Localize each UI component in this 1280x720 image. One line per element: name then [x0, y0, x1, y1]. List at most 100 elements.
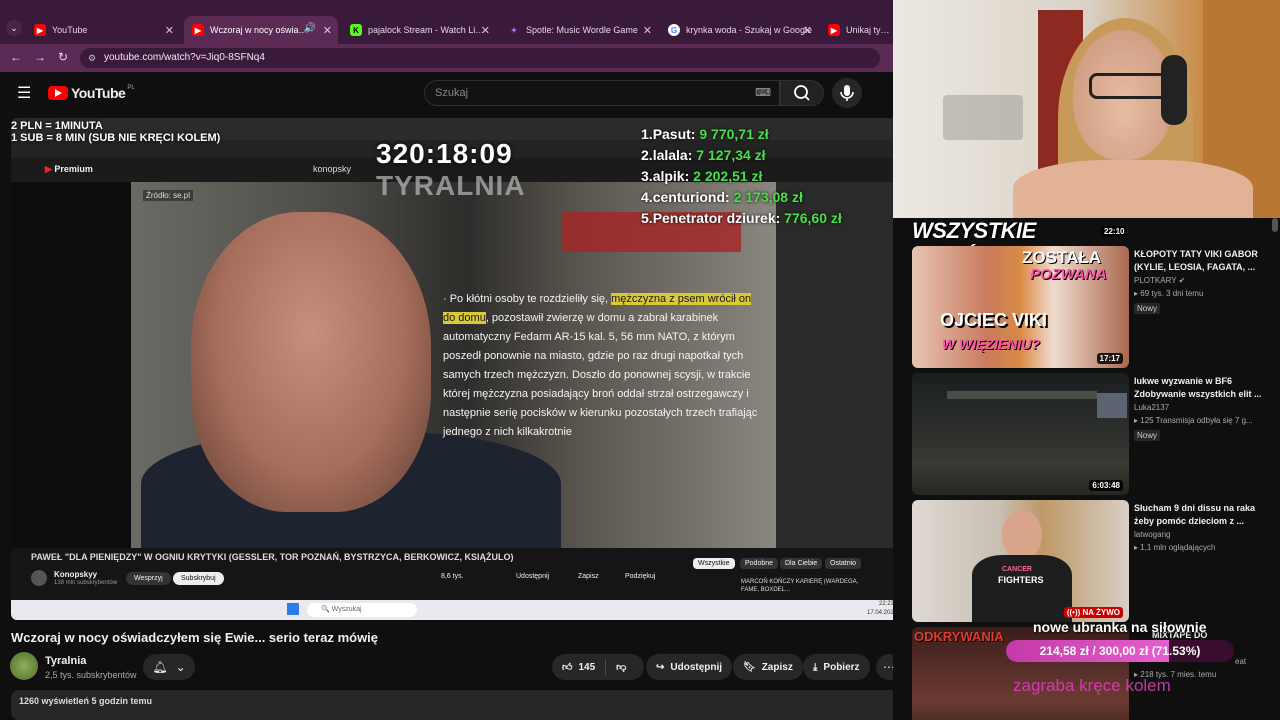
subscriber-count: 2,5 tys. subskrybentów [45, 670, 137, 680]
inner-channel-name: Konopskyy [54, 570, 98, 579]
video-thumbnail[interactable]: ZOSTAŁA POZWANA OJCIEC VIKI W WIĘZIENIU?… [912, 246, 1129, 368]
man-face [191, 212, 431, 512]
close-icon[interactable]: ✕ [323, 24, 332, 37]
download-button[interactable]: ⤓ Pobierz [803, 654, 870, 680]
thumbs-down-icon: 👎︎ [616, 662, 627, 673]
search-icon [794, 85, 810, 101]
tab-label: pajalock Stream - Watch Live o [368, 25, 488, 35]
tab-label: Spotle: Music Wordle Game [526, 25, 638, 35]
recommendation-title[interactable]: Słucham 9 dni dissu na raka żeby pomóc d… [1134, 502, 1269, 528]
save-button[interactable]: 🔖︎ Zapisz [733, 654, 803, 680]
donation-goal-text: 214,58 zł / 300,00 zł (71.53%) [1039, 644, 1201, 658]
share-button[interactable]: ↪ Udostępnij [646, 654, 733, 680]
leaderboard-rank: 5. [641, 210, 653, 226]
tab-current-video[interactable]: ▶ Wczoraj w nocy oświadczył 🔊 ✕ [184, 16, 338, 44]
back-arrow-icon[interactable]: ← [10, 50, 22, 64]
new-badge: Nowy [1134, 430, 1161, 441]
inner-share: Udostępnij [516, 573, 550, 580]
recommendation-meta: ▸ 1,1 mln oglądających [1134, 543, 1269, 552]
tab-label: Wczoraj w nocy oświadczył [210, 25, 308, 35]
tab-google-search[interactable]: G krynka woda - Szukaj w Google ✕ [660, 16, 818, 44]
inner-chip-similar: Podobne [740, 558, 779, 569]
leaderboard-amount: 776,60 zł [784, 210, 842, 226]
search-placeholder: Szukaj [435, 87, 469, 99]
video-thumbnail[interactable]: 6:03:48 [912, 373, 1129, 495]
close-icon[interactable]: ✕ [643, 24, 652, 37]
tab-list-dropdown[interactable]: ⌄ [6, 20, 22, 36]
leaderboard-name: alpik: [652, 168, 690, 184]
tab-youtube[interactable]: ▶ YouTube ✕ [26, 16, 180, 44]
video-thumbnail[interactable]: CANCER FIGHTERS ((•)) NA ŻYWO [912, 500, 1129, 622]
description-box[interactable]: 1260 wyświetleń 5 godzin temu [11, 690, 901, 720]
channel-name[interactable]: Tyralnia [45, 655, 86, 667]
subathon-timer: 320:18:09 [376, 138, 513, 169]
bookmark-icon: 🔖︎ [743, 661, 756, 673]
keyboard-icon[interactable]: ⌨ [755, 81, 771, 105]
site-info-icon[interactable]: ⚙ [88, 48, 96, 68]
url-field[interactable]: ⚙ youtube.com/watch?v=Jiq0-8SFNq4 [80, 48, 880, 68]
shirt-text: FIGHTERS [998, 575, 1044, 585]
close-icon[interactable]: ✕ [481, 24, 490, 37]
search-input[interactable]: Szukaj ⌨ [424, 80, 780, 106]
dislike-button[interactable]: 👎︎ [616, 661, 626, 673]
video-title: Wczoraj w nocy oświadczyłem się Ewie... … [11, 630, 379, 645]
youtube-icon: ▶ [34, 24, 46, 36]
voice-search-button[interactable] [832, 78, 862, 108]
recommendation-channel[interactable]: latwogang [1134, 530, 1269, 539]
recommendation-title[interactable]: lukwe wyzwanie w BF6 Zdobywanie wszystki… [1134, 375, 1269, 401]
meta-text: 1,1 mln oglądających [1140, 543, 1216, 552]
tab-kick-stream[interactable]: K pajalock Stream - Watch Live o ✕ [342, 16, 496, 44]
inner-likes: 8,6 tys. [441, 573, 464, 580]
views-and-date: 1260 wyświetleń 5 godzin temu [19, 696, 153, 706]
youtube-play-icon [48, 86, 68, 100]
browser-tab-bar: ⌄ ▶ YouTube ✕ ▶ Wczoraj w nocy oświadczy… [0, 0, 893, 44]
leaderboard-name: Penetrator dziurek: [652, 210, 781, 226]
youtube-wordmark: YouTube [71, 85, 126, 101]
address-bar-row: ← → ↻ ⚙ youtube.com/watch?v=Jiq0-8SFNq4 [0, 44, 893, 72]
tab-youtube-unikaj[interactable]: ▶ Unikaj tych 10 [820, 16, 893, 44]
sidebar-scrollbar[interactable] [1272, 218, 1278, 232]
tab-spotle[interactable]: ✦ Spotle: Music Wordle Game ✕ [500, 16, 658, 44]
like-button[interactable]: 👍︎ 145 [562, 661, 595, 674]
share-icon: ↪ [656, 661, 665, 673]
sub-rate-line: 1 SUB = 8 MIN (SUB NIE KRĘCI KOLEM) [11, 132, 221, 144]
thumb-text: ODKRYWANIA [914, 629, 1004, 644]
bell-icon: 🔔︎ [152, 660, 168, 674]
thumb-text: POZWANA [1030, 266, 1107, 283]
inner-chip-all: Wszystkie [693, 558, 735, 569]
tab-label: krynka woda - Szukaj w Google [686, 25, 813, 35]
inner-video-left-bar [11, 182, 131, 548]
recommendation-item[interactable]: ZOSTAŁA POZWANA OJCIEC VIKI W WIĘZIENIU?… [912, 246, 1272, 368]
thumb-text: OJCIEC VIKI [940, 310, 1048, 330]
streamer-webcam [893, 0, 1280, 218]
reload-icon[interactable]: ↻ [58, 50, 68, 64]
recommendation-banner[interactable]: WSZYSTKIE WSPÓŁPRACE! 22:10 [912, 218, 1272, 269]
recommendation-channel[interactable]: PLOTKARY ✔ [1134, 276, 1269, 285]
close-icon[interactable]: ✕ [803, 24, 812, 37]
recommendation-channel[interactable]: eat [1235, 657, 1265, 666]
recommendation-title[interactable]: KŁOPOTY TATY VIKI GABOR (KYLIE, LEOSIA, … [1134, 248, 1269, 274]
recommendation-channel[interactable]: Luka2137 [1134, 403, 1269, 412]
recommendation-item[interactable]: 6:03:48 lukwe wyzwanie w BF6 Zdobywanie … [912, 373, 1272, 495]
inner-chip-recent: Ostatnio [825, 558, 862, 569]
next-video-title: PAWEŁ "DLA PIENIĘDZY" W OGNIU KRYTYKI (G… [31, 552, 514, 562]
channel-avatar[interactable] [10, 652, 38, 680]
youtube-logo[interactable]: YouTube PL [48, 85, 135, 101]
youtube-icon: ▶ [192, 24, 204, 36]
live-badge: ((•)) NA ŻYWO [1063, 607, 1123, 618]
speaker-icon[interactable]: 🔊 [304, 23, 316, 34]
video-player[interactable]: ▶ Premium konopsky Źródło: se.pl · Po kł… [11, 118, 901, 620]
webcam-headset [1161, 55, 1187, 125]
divider [605, 659, 607, 675]
windows-start-icon [287, 603, 299, 615]
notification-bell-button[interactable]: 🔔︎ ⌄ [143, 654, 195, 680]
search-button[interactable] [780, 80, 824, 106]
recommendation-item[interactable]: CANCER FIGHTERS ((•)) NA ŻYWO Słucham 9 … [912, 500, 1272, 622]
close-icon[interactable]: ✕ [165, 24, 174, 37]
leaderboard-amount: 2 173,08 zł [733, 189, 803, 205]
verified-icon: ✔ [1178, 276, 1186, 285]
hamburger-menu-icon[interactable]: ☰ [17, 83, 31, 103]
forward-arrow-icon[interactable]: → [34, 50, 46, 64]
webcam-lamp [943, 95, 1023, 140]
share-label: Udostępnij [670, 661, 723, 673]
